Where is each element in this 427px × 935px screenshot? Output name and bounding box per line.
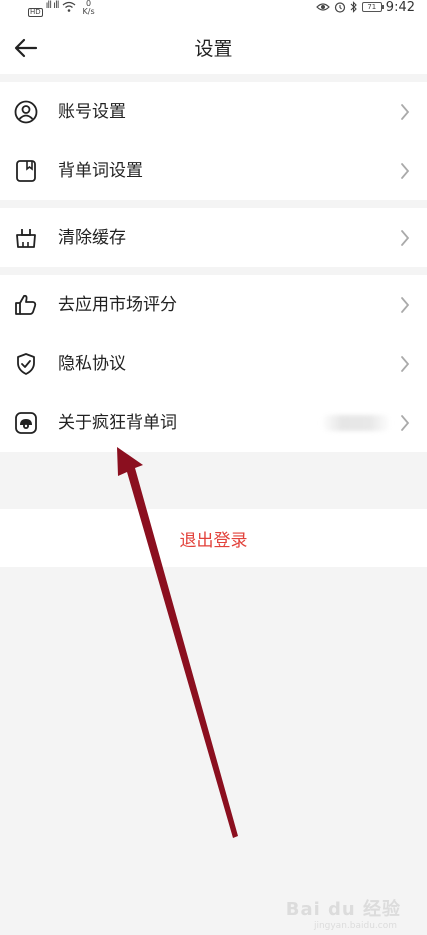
shield-check-icon [14,352,38,376]
watermark-url: jingyan.baidu.com [313,921,397,931]
logout-button[interactable]: 退出登录 [0,509,427,567]
network-speed: 0 K/s [83,0,95,16]
settings-row-label: 隐私协议 [58,354,126,374]
thumbs-up-icon [14,293,38,317]
settings-group-account: 账号设置 背单词设置 [0,82,427,200]
chevron-right-icon [401,163,410,179]
settings-row-label: 去应用市场评分 [58,295,177,315]
status-right: 71 9:42 [315,0,415,15]
settings-row-rate-app[interactable]: 去应用市场评分 [0,275,427,334]
settings-row-about[interactable]: 关于疯狂背单词 [0,393,427,452]
settings-row-word-settings[interactable]: 背单词设置 [0,141,427,200]
settings-row-label: 关于疯狂背单词 [58,413,177,433]
battery-icon: 71 [361,2,384,12]
status-left: HD ıll ıll 0 K/s [28,0,95,18]
hd-badge: HD [28,8,43,17]
settings-row-privacy[interactable]: 隐私协议 [0,334,427,393]
status-bar: HD ıll ıll 0 K/s 71 9:42 [0,0,427,18]
settings-row-label: 账号设置 [58,102,126,122]
page-title: 设置 [194,38,233,60]
watermark-logo: Bai du 经验 [285,899,401,920]
settings-group-about: 去应用市场评分 隐私协议 关于疯狂背单词 [0,275,427,452]
broom-icon [14,226,38,250]
bluetooth-icon [350,1,357,13]
chevron-right-icon [401,230,410,246]
bookmark-icon [14,159,38,183]
version-value-blurred [321,415,391,431]
eye-icon [315,3,330,11]
chevron-right-icon [401,415,410,431]
wifi-icon [62,1,75,12]
settings-group-cache: 清除缓存 [0,208,427,267]
settings-row-label: 背单词设置 [58,161,143,181]
settings-row-account[interactable]: 账号设置 [0,82,427,141]
network-speed-unit: K/s [82,7,95,16]
logout-label: 退出登录 [179,530,248,551]
chevron-right-icon [401,356,410,372]
clock-time: 9:42 [385,0,415,15]
app-logo-icon [14,411,38,435]
settings-row-clear-cache[interactable]: 清除缓存 [0,208,427,267]
alarm-icon [334,2,345,13]
header-bar: 设置 [0,18,427,74]
chevron-right-icon [401,297,410,313]
settings-row-label: 清除缓存 [58,228,126,248]
signal-icon: ıll ıll [45,0,60,11]
chevron-right-icon [401,104,410,120]
user-icon [14,100,38,124]
